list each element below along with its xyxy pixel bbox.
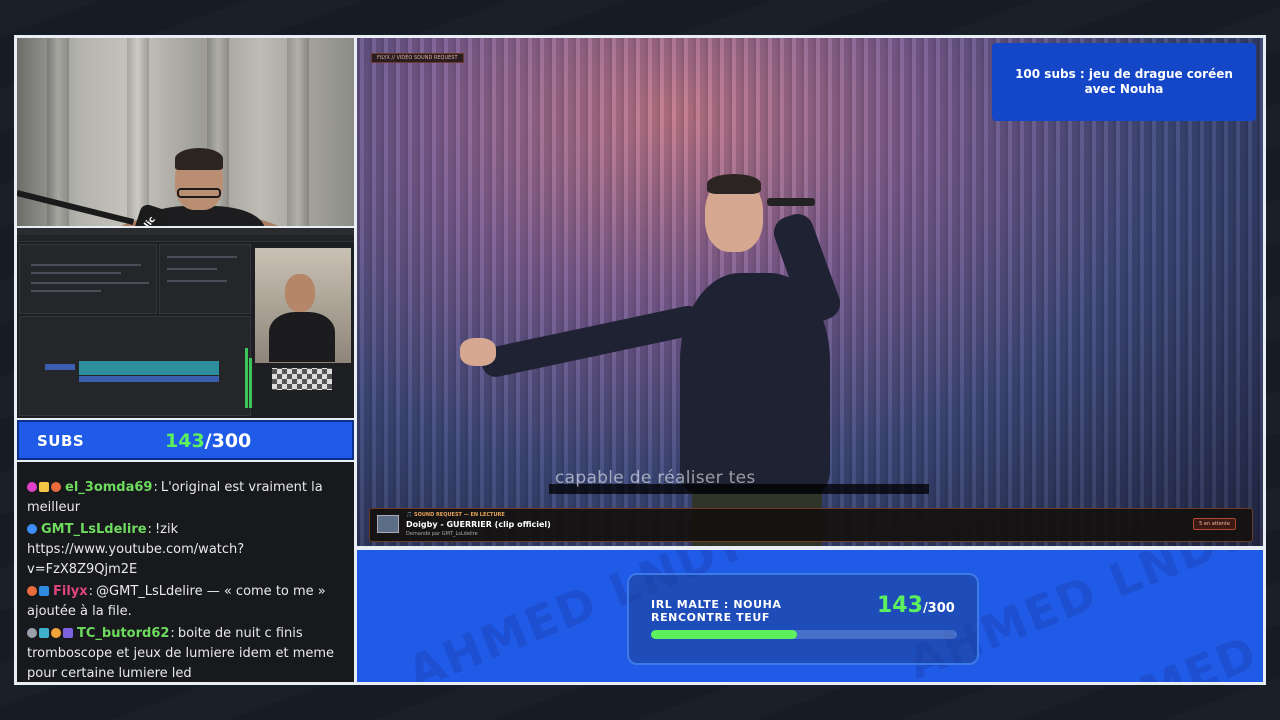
singer-left-hand xyxy=(460,338,496,366)
editor-effects-panel xyxy=(159,244,251,314)
chat-username[interactable]: el_3omda69 xyxy=(65,480,152,495)
chat-separator: : xyxy=(88,584,94,599)
chat-username[interactable]: Filyx xyxy=(53,584,88,599)
timeline-clip xyxy=(45,364,75,370)
now-playing-thumbnail xyxy=(377,515,399,533)
chat-separator: : xyxy=(153,480,158,495)
editor-row xyxy=(167,256,237,258)
editor-transparency-preview xyxy=(272,368,332,390)
mic-brand-logo: clic xyxy=(139,214,158,226)
goal-progress-track xyxy=(651,630,957,639)
chat-separator: : xyxy=(170,626,175,641)
goal-panel: AHMED LNDY AHMED LNDY AHMED LNDY IRL MAL… xyxy=(357,550,1263,682)
chat-badge-icon xyxy=(51,482,61,492)
preview-head xyxy=(285,274,315,312)
goal-target: /300 xyxy=(922,601,955,616)
streamer-hair xyxy=(175,148,223,170)
audio-meter xyxy=(245,348,248,408)
now-playing-kicker: 🎵 SOUND REQUEST — EN LECTURE xyxy=(406,512,505,518)
goal-card: IRL MALTE : NOUHA RENCONTRE TEUF 143/300 xyxy=(627,573,979,665)
timeline-audio-clip xyxy=(79,376,219,382)
chat-username[interactable]: TC_butord62 xyxy=(77,626,169,641)
chat-badge-icon xyxy=(27,628,37,638)
editor-row xyxy=(31,264,141,266)
subs-counter: SUBS 143/300 xyxy=(17,420,354,460)
goal-count: 143/300 xyxy=(877,593,955,618)
video-player: FILYX // VIDEO SOUND REQUEST capable de … xyxy=(357,38,1263,546)
now-playing-bar: 🎵 SOUND REQUEST — EN LECTURE Doigby - GU… xyxy=(369,508,1253,542)
subs-count: 143/300 xyxy=(165,430,251,452)
now-playing-requester: Demandé par GMT_LsLdelire xyxy=(406,531,478,537)
timeline-clip xyxy=(79,361,219,375)
singer-microphone-icon xyxy=(767,198,815,206)
chat-message: el_3omda69: L'original est vraiment la me… xyxy=(27,478,344,518)
editor-row xyxy=(31,282,149,284)
chat-badge-icon xyxy=(39,586,49,596)
editor-row xyxy=(167,268,217,270)
subs-target: /300 xyxy=(204,430,252,452)
subs-label: SUBS xyxy=(37,432,85,450)
mic-arm xyxy=(17,190,135,225)
chat-text: boite de nuit c finis tromboscope et jeu… xyxy=(27,626,335,681)
chat-separator: : xyxy=(147,522,152,537)
queue-status-badge: 5 en attente xyxy=(1193,518,1236,530)
curtain-fold xyxy=(287,38,309,226)
streamer-glasses xyxy=(177,188,221,198)
editor-menubar xyxy=(17,228,354,235)
editor-row xyxy=(167,280,227,282)
video-source-tag: FILYX // VIDEO SOUND REQUEST xyxy=(371,53,464,63)
video-subtitle: capable de réaliser tes xyxy=(555,468,756,488)
goal-progress-fill xyxy=(651,630,797,639)
chat-badge-icon xyxy=(63,628,73,638)
audio-meter xyxy=(249,358,252,408)
editor-project-panel xyxy=(19,244,157,314)
screen-share-editor xyxy=(17,228,354,418)
goal-label: IRL MALTE : NOUHA RENCONTRE TEUF xyxy=(651,598,782,624)
editor-preview-monitor xyxy=(255,248,351,363)
editor-row xyxy=(31,290,101,292)
now-playing-title: Doigby - GUERRIER (clip officiel) xyxy=(406,520,551,529)
chat-message: TC_butord62: boite de nuit c finis trombo… xyxy=(27,624,344,684)
editor-row xyxy=(31,272,121,274)
chat-username[interactable]: GMT_LsLdelire xyxy=(41,522,147,537)
sub-goal-card: 100 subs : jeu de drague coréen avec Nou… xyxy=(992,43,1256,121)
curtain-fold xyxy=(127,38,149,226)
chat-badge-icon xyxy=(27,482,37,492)
chat-panel: el_3omda69: L'original est vraiment la me… xyxy=(17,462,354,682)
chat-badge-icon xyxy=(39,628,49,638)
chat-badge-icon xyxy=(27,524,37,534)
chat-badge-icon xyxy=(39,482,49,492)
sub-goal-text: 100 subs : jeu de drague coréen avec Nou… xyxy=(1015,67,1233,96)
goal-current: 143 xyxy=(877,593,923,618)
preview-body xyxy=(269,312,335,362)
webcam-feed: clic xyxy=(17,38,354,226)
editor-toolbar xyxy=(17,235,354,242)
singer-hair xyxy=(707,174,761,194)
chat-badge-icon xyxy=(27,586,37,596)
singer-left-arm xyxy=(478,303,706,380)
chat-message: Filyx: @GMT_LsLdelire — « come to me » aj… xyxy=(27,582,344,622)
chat-message: GMT_LsLdelire: !zik https://www.youtube.c… xyxy=(27,520,344,580)
subs-current: 143 xyxy=(165,430,205,452)
chat-badge-icon xyxy=(51,628,61,638)
